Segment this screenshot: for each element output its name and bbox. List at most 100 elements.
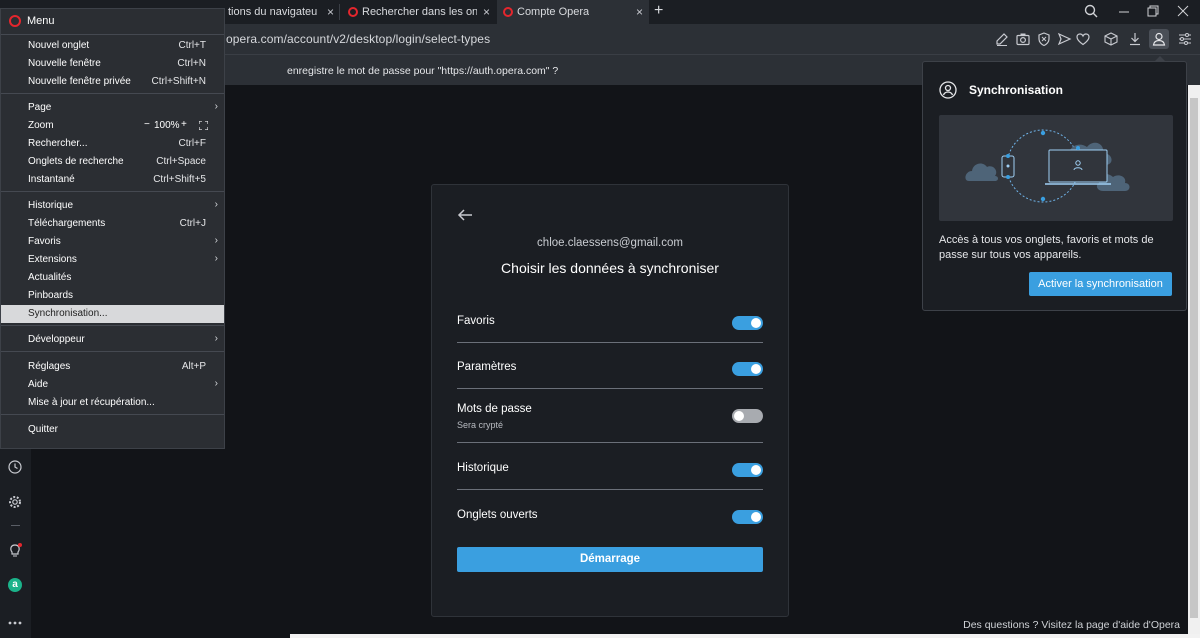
- onglets-ouverts-toggle[interactable]: [732, 510, 763, 524]
- sync-option-parametres: Paramètres: [457, 355, 763, 389]
- scrollbar-thumb[interactable]: [1190, 98, 1198, 618]
- toggle-knob: [751, 318, 761, 328]
- lightbulb-icon[interactable]: [7, 542, 23, 558]
- tab-2[interactable]: Rechercher dans les onglets ×: [342, 0, 496, 24]
- menu-item-historique[interactable]: Historique ›: [1, 197, 224, 215]
- close-icon[interactable]: ×: [327, 5, 334, 19]
- new-tab-button[interactable]: +: [654, 2, 663, 20]
- clock-icon[interactable]: [7, 459, 23, 475]
- send-icon[interactable]: [1056, 31, 1072, 47]
- menu-item-label: Nouvelle fenêtre privée: [28, 76, 131, 87]
- sync-option-historique: Historique: [457, 455, 763, 490]
- cube-icon[interactable]: [1103, 31, 1119, 47]
- menu-item-favoris[interactable]: Favoris ›: [1, 233, 224, 251]
- chevron-right-icon: ›: [214, 199, 218, 210]
- minimize-icon[interactable]: [1118, 4, 1130, 18]
- menu-item-synchronisation[interactable]: Synchronisation...: [1, 305, 224, 323]
- menu-item-pinboards[interactable]: Pinboards: [1, 287, 224, 305]
- menu-item-nouvel-onglet[interactable]: Nouvel onglet Ctrl+T: [1, 37, 224, 55]
- toggle-knob: [751, 465, 761, 475]
- aria-icon[interactable]: a: [8, 578, 22, 592]
- menu-item-label: Historique: [28, 200, 74, 211]
- menu-item-nouvelle-fenetre-privee[interactable]: Nouvelle fenêtre privée Ctrl+Shift+N: [1, 73, 224, 91]
- menu-title: Menu: [27, 15, 55, 27]
- chevron-right-icon: ›: [214, 235, 218, 246]
- easy-setup-icon[interactable]: [1177, 31, 1193, 47]
- favoris-toggle[interactable]: [732, 316, 763, 330]
- activate-sync-button[interactable]: Activer la synchronisation: [1029, 272, 1172, 296]
- camera-icon[interactable]: [1015, 31, 1031, 47]
- close-icon[interactable]: ×: [483, 5, 490, 19]
- zoom-in-button[interactable]: +: [181, 119, 187, 130]
- menu-item-onglets-de-recherche[interactable]: Onglets de recherche Ctrl+Space: [1, 153, 224, 171]
- menu-shortcut: Ctrl+J: [179, 218, 206, 229]
- menu-separator: [1, 351, 224, 352]
- more-icon[interactable]: [7, 615, 23, 631]
- close-icon[interactable]: ×: [636, 5, 643, 19]
- toggle-knob: [751, 364, 761, 374]
- opera-logo-icon: [503, 7, 513, 17]
- menu-item-label: Mise à jour et récupération...: [28, 397, 155, 408]
- menu-item-label: Téléchargements: [28, 218, 106, 229]
- sync-option-onglets-ouverts: Onglets ouverts: [457, 502, 763, 535]
- menu-item-aide[interactable]: Aide ›: [1, 376, 224, 394]
- menu-item-telechargements[interactable]: Téléchargements Ctrl+J: [1, 215, 224, 233]
- menu-item-quitter[interactable]: Quitter: [1, 421, 224, 439]
- close-window-icon[interactable]: [1177, 4, 1189, 18]
- chevron-right-icon: ›: [214, 333, 218, 344]
- help-footer-link[interactable]: Des questions ? Visitez la page d'aide d…: [963, 619, 1180, 631]
- account-email: chloe.claessens@gmail.com: [537, 237, 683, 249]
- historique-toggle[interactable]: [732, 463, 763, 477]
- menu-shortcut: Ctrl+Shift+5: [153, 174, 206, 185]
- option-label: Onglets ouverts: [457, 509, 538, 521]
- zoom-out-button[interactable]: −: [144, 119, 150, 130]
- menu-shortcut: Ctrl+Shift+N: [151, 76, 206, 87]
- vpn-icon[interactable]: [1036, 31, 1052, 47]
- fullscreen-icon[interactable]: [199, 121, 208, 130]
- menu-item-developpeur[interactable]: Développeur ›: [1, 331, 224, 349]
- download-icon[interactable]: [1127, 31, 1143, 47]
- menu-item-nouvelle-fenetre[interactable]: Nouvelle fenêtre Ctrl+N: [1, 55, 224, 73]
- gear-icon[interactable]: [7, 494, 23, 510]
- profile-icon: [1152, 32, 1166, 46]
- chevron-right-icon: ›: [214, 101, 218, 112]
- menu-item-label: Nouvel onglet: [28, 40, 90, 51]
- search-tabs-icon[interactable]: [1084, 4, 1098, 18]
- sync-option-favoris: Favoris: [457, 309, 763, 343]
- parametres-toggle[interactable]: [732, 362, 763, 376]
- mots-de-passe-toggle[interactable]: [732, 409, 763, 423]
- url-field[interactable]: opera.com/account/v2/desktop/login/selec…: [226, 32, 490, 46]
- toggle-knob: [734, 411, 744, 421]
- profile-button[interactable]: [1149, 29, 1169, 49]
- zoom-level: 100%: [154, 120, 180, 131]
- option-label: Paramètres: [457, 361, 517, 373]
- menu-item-label: Rechercher...: [28, 138, 88, 149]
- arrow-left-icon[interactable]: [457, 209, 473, 221]
- menu-item-instantane[interactable]: Instantané Ctrl+Shift+5: [1, 171, 224, 189]
- menu-item-rechercher[interactable]: Rechercher... Ctrl+F: [1, 135, 224, 153]
- restore-icon[interactable]: [1147, 4, 1159, 18]
- menu-item-reglages[interactable]: Réglages Alt+P: [1, 358, 224, 376]
- menu-item-mise-a-jour[interactable]: Mise à jour et récupération...: [1, 394, 224, 412]
- menu-item-actualites[interactable]: Actualités: [1, 269, 224, 287]
- option-label: Historique: [457, 462, 509, 474]
- option-label: Favoris: [457, 315, 495, 327]
- tab-1[interactable]: tions du navigateur | A ×: [226, 0, 340, 24]
- sidebar-divider: [11, 525, 20, 526]
- heart-icon[interactable]: [1075, 31, 1091, 47]
- card-title: Choisir les données à synchroniser: [501, 260, 719, 276]
- menu-item-page[interactable]: Page ›: [1, 99, 224, 117]
- sync-card: chloe.claessens@gmail.com Choisir les do…: [431, 184, 789, 617]
- tab-3-active[interactable]: Compte Opera ×: [497, 0, 649, 24]
- menu-item-zoom: Zoom − 100% +: [1, 117, 224, 135]
- menu-item-label: Page: [28, 102, 52, 113]
- menu-item-label: Synchronisation...: [28, 308, 108, 319]
- menu-header: Menu: [9, 15, 55, 27]
- start-button[interactable]: Démarrage: [457, 547, 763, 572]
- edit-icon[interactable]: [994, 31, 1010, 47]
- chevron-right-icon: ›: [214, 253, 218, 264]
- tab-label: Rechercher dans les onglets: [362, 6, 477, 18]
- menu-item-extensions[interactable]: Extensions ›: [1, 251, 224, 269]
- menu-shortcut: Ctrl+T: [178, 40, 207, 51]
- option-sublabel: Sera crypté: [457, 420, 504, 430]
